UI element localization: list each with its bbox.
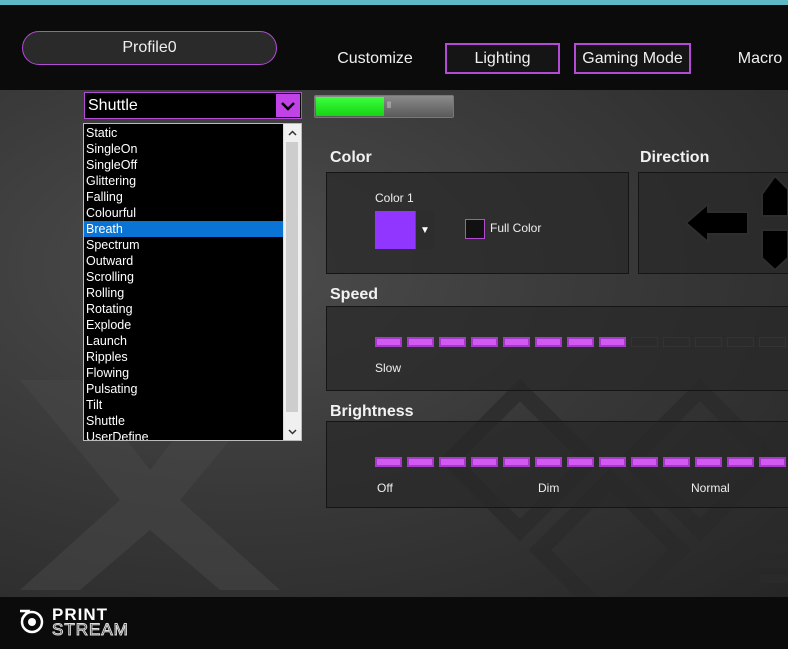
toggle-on-fill: [316, 97, 384, 116]
tab-lighting[interactable]: Lighting: [445, 43, 560, 74]
color1-swatch[interactable]: [375, 211, 415, 249]
profile-selector[interactable]: Profile0: [22, 31, 277, 65]
chevron-down-small-icon[interactable]: [284, 423, 301, 440]
brightness-bar-segment[interactable]: [759, 457, 786, 467]
effect-option[interactable]: Scrolling: [84, 269, 284, 285]
logo-text-stream: STREAM: [52, 620, 129, 639]
brightness-label-dim: Dim: [538, 481, 560, 495]
effect-option[interactable]: Rotating: [84, 301, 284, 317]
scrollbar-thumb[interactable]: [286, 142, 298, 412]
effect-option[interactable]: UserDefine: [84, 429, 284, 440]
effect-option[interactable]: Static: [84, 125, 284, 141]
brightness-bar-segment[interactable]: [567, 457, 594, 467]
speed-section-title: Speed: [330, 286, 379, 303]
brightness-bar-segment[interactable]: [439, 457, 466, 467]
effect-option[interactable]: Explode: [84, 317, 284, 333]
brightness-bar-segment[interactable]: [471, 457, 498, 467]
brightness-section-title: Brightness: [330, 403, 414, 420]
chevron-up-icon[interactable]: [284, 124, 301, 141]
tab-customize[interactable]: Customize: [330, 43, 420, 74]
full-color-label: Full Color: [490, 221, 542, 235]
effect-option[interactable]: SingleOn: [84, 141, 284, 157]
toggle-knob[interactable]: ll: [387, 100, 399, 113]
speed-bar-segment[interactable]: [695, 337, 722, 347]
brightness-bar-segment[interactable]: [631, 457, 658, 467]
arrow-left-icon[interactable]: [684, 201, 749, 245]
effect-option[interactable]: Rolling: [84, 285, 284, 301]
brightness-bar-segment[interactable]: [599, 457, 626, 467]
tab-gaming-mode[interactable]: Gaming Mode: [574, 43, 691, 74]
effect-option[interactable]: Falling: [84, 189, 284, 205]
brightness-label-normal: Normal: [691, 481, 730, 495]
speed-bar-segment[interactable]: [599, 337, 626, 347]
direction-arrows: [684, 174, 788, 272]
chevron-down-icon[interactable]: [276, 94, 300, 117]
speed-label-slow: Slow: [375, 361, 402, 375]
effect-option[interactable]: Launch: [84, 333, 284, 349]
effect-option[interactable]: Spectrum: [84, 237, 284, 253]
speed-bar-segment[interactable]: [471, 337, 498, 347]
brightness-label-off: Off: [377, 481, 393, 495]
brightness-bar-segment[interactable]: [663, 457, 690, 467]
header-bar: Profile0 Customize Lighting Gaming Mode …: [0, 5, 788, 90]
effect-dropdown-value: Shuttle: [88, 96, 138, 114]
color-picker-arrow-icon[interactable]: ▼: [415, 211, 434, 249]
scrollbar[interactable]: [283, 124, 301, 440]
speed-bar-segment[interactable]: [439, 337, 466, 347]
brightness-bar-segment[interactable]: [375, 457, 402, 467]
arrow-down-icon[interactable]: [761, 229, 788, 272]
effect-option[interactable]: Outward: [84, 253, 284, 269]
effect-option[interactable]: Tilt: [84, 397, 284, 413]
brightness-bar-segment[interactable]: [695, 457, 722, 467]
effect-option[interactable]: Flowing: [84, 365, 284, 381]
lighting-toggle[interactable]: ll: [314, 95, 454, 118]
brightness-bar-segment[interactable]: [407, 457, 434, 467]
effect-dropdown[interactable]: Shuttle: [84, 92, 302, 119]
speed-bar-segment[interactable]: [663, 337, 690, 347]
arrow-up-icon[interactable]: [761, 174, 788, 217]
speed-bar-segment[interactable]: [503, 337, 530, 347]
direction-section-title: Direction: [640, 149, 710, 166]
brightness-bar-segment[interactable]: [503, 457, 530, 467]
effect-option[interactable]: Colourful: [84, 205, 284, 221]
speed-bar-segment[interactable]: [407, 337, 434, 347]
speed-bar-segment[interactable]: [727, 337, 754, 347]
effect-option[interactable]: Breath: [84, 221, 284, 237]
footer-bar: PRINT STREAM: [0, 597, 788, 649]
effect-option[interactable]: Pulsating: [84, 381, 284, 397]
effect-options: Static SingleOn SingleOff Glittering Falling…: [84, 125, 284, 440]
printstream-logo-icon: [20, 609, 44, 634]
brightness-bar-segment[interactable]: [727, 457, 754, 467]
speed-bar-segment[interactable]: [375, 337, 402, 347]
full-color-checkbox[interactable]: [465, 219, 485, 239]
color-section-title: Color: [330, 149, 372, 166]
effect-option[interactable]: SingleOff: [84, 157, 284, 173]
effect-option[interactable]: Shuttle: [84, 413, 284, 429]
speed-bar-segment[interactable]: [567, 337, 594, 347]
effect-options-list[interactable]: Static SingleOn SingleOff Glittering Falling…: [83, 123, 302, 441]
speed-bar-segment[interactable]: [631, 337, 658, 347]
speed-bar-segment[interactable]: [535, 337, 562, 347]
speed-bar-segment[interactable]: [759, 337, 786, 347]
brightness-bar-segment[interactable]: [535, 457, 562, 467]
effect-option[interactable]: Glittering: [84, 173, 284, 189]
effect-option[interactable]: Ripples: [84, 349, 284, 365]
color1-label: Color 1: [375, 191, 414, 205]
speed-panel: [326, 306, 788, 391]
tab-macro[interactable]: Macro: [730, 43, 788, 74]
